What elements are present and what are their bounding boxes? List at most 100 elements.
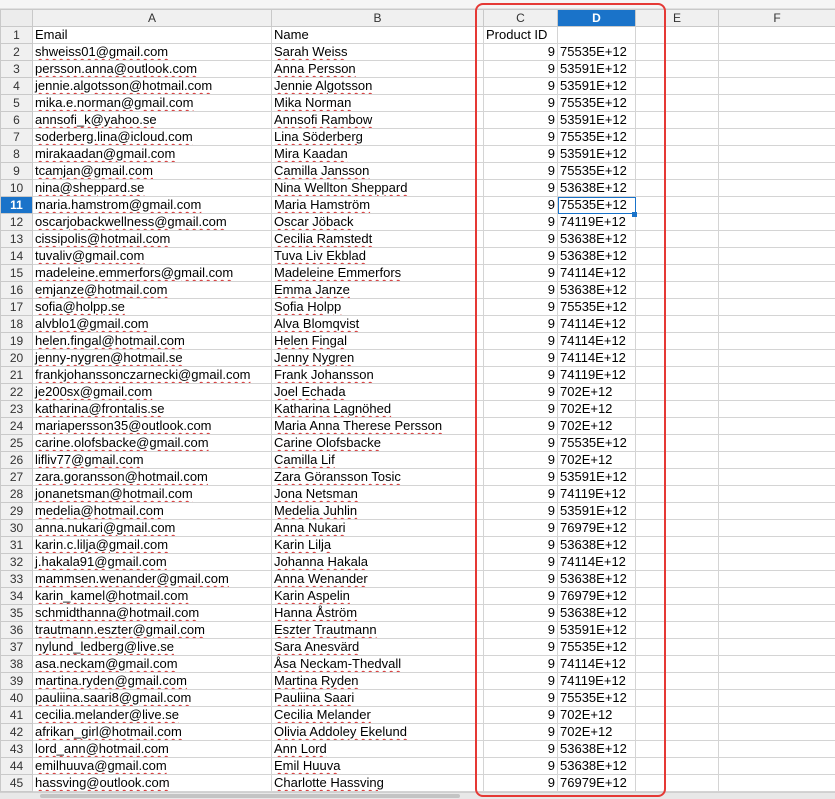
product-id-overflow-cell[interactable]: 702E+12 [557, 723, 636, 741]
product-id-overflow-cell[interactable]: 75535E+12 [557, 638, 636, 656]
empty-cell[interactable] [718, 281, 835, 299]
empty-cell[interactable] [718, 315, 835, 333]
empty-cell[interactable] [635, 145, 719, 163]
product-id-overflow-cell[interactable]: 75535E+12 [557, 94, 636, 112]
empty-cell[interactable] [635, 43, 719, 61]
email-cell[interactable]: je200sx@gmail.com [32, 383, 272, 401]
product-id-cell[interactable]: 9 [483, 757, 558, 775]
name-cell[interactable]: Pauliina Saari [271, 689, 484, 707]
fill-handle[interactable] [632, 212, 637, 217]
row-header[interactable]: 41 [0, 706, 33, 724]
empty-cell[interactable] [635, 196, 719, 214]
empty-cell[interactable] [718, 451, 835, 469]
email-cell[interactable]: medelia@hotmail.com [32, 502, 272, 520]
empty-cell[interactable] [635, 621, 719, 639]
product-id-cell[interactable]: 9 [483, 638, 558, 656]
name-cell[interactable]: Karin Aspelin [271, 587, 484, 605]
product-id-cell[interactable]: 9 [483, 77, 558, 95]
name-cell[interactable]: Åsa Neckam-Thedvall [271, 655, 484, 673]
empty-cell[interactable] [635, 655, 719, 673]
name-cell[interactable]: Madeleine Emmerfors [271, 264, 484, 282]
product-id-overflow-cell[interactable]: 75535E+12 [557, 162, 636, 180]
empty-cell[interactable] [635, 485, 719, 503]
product-id-overflow-cell[interactable]: 75535E+12 [557, 434, 636, 452]
empty-cell[interactable] [718, 111, 835, 129]
product-id-cell[interactable]: 9 [483, 723, 558, 741]
product-id-cell[interactable]: 9 [483, 774, 558, 792]
name-cell[interactable]: Maria Hamström [271, 196, 484, 214]
product-id-cell[interactable]: 9 [483, 43, 558, 61]
name-cell[interactable]: Sarah Weiss [271, 43, 484, 61]
product-id-cell[interactable]: 9 [483, 570, 558, 588]
name-cell[interactable]: Jennie Algotsson [271, 77, 484, 95]
row-header[interactable]: 26 [0, 451, 33, 469]
empty-cell[interactable] [718, 757, 835, 775]
name-cell[interactable]: Helen Fingal [271, 332, 484, 350]
product-id-overflow-cell[interactable]: 53638E+12 [557, 247, 636, 265]
row-header[interactable]: 44 [0, 757, 33, 775]
empty-cell[interactable] [718, 196, 835, 214]
product-id-overflow-cell[interactable]: 75535E+12 [557, 689, 636, 707]
product-id-overflow-cell[interactable]: 53591E+12 [557, 145, 636, 163]
product-id-overflow-cell[interactable]: 53638E+12 [557, 179, 636, 197]
empty-cell[interactable] [635, 26, 719, 44]
product-id-overflow-cell[interactable]: 702E+12 [557, 451, 636, 469]
empty-cell[interactable] [718, 502, 835, 520]
empty-cell[interactable] [635, 247, 719, 265]
empty-cell[interactable] [635, 757, 719, 775]
product-id-overflow-cell[interactable]: 76979E+12 [557, 774, 636, 792]
empty-cell[interactable] [635, 604, 719, 622]
name-cell[interactable]: Nina Wellton Sheppard [271, 179, 484, 197]
email-cell[interactable]: jennie.algotsson@hotmail.com [32, 77, 272, 95]
name-cell[interactable]: Mira Kaadan [271, 145, 484, 163]
row-header[interactable]: 33 [0, 570, 33, 588]
row-header[interactable]: 24 [0, 417, 33, 435]
name-cell[interactable]: Cecilia Melander [271, 706, 484, 724]
empty-cell[interactable] [635, 451, 719, 469]
product-id-overflow-cell[interactable]: 74119E+12 [557, 672, 636, 690]
product-id-cell[interactable]: 9 [483, 94, 558, 112]
row-header[interactable]: 34 [0, 587, 33, 605]
empty-cell[interactable] [718, 740, 835, 758]
product-id-cell[interactable]: 9 [483, 128, 558, 146]
email-cell[interactable]: frankjohanssonczarnecki@gmail.com [32, 366, 272, 384]
empty-cell[interactable] [718, 230, 835, 248]
email-cell[interactable]: karin_kamel@hotmail.com [32, 587, 272, 605]
product-id-overflow-cell[interactable]: 702E+12 [557, 400, 636, 418]
name-cell[interactable]: Carine Olofsbacke [271, 434, 484, 452]
row-header[interactable]: 1 [0, 26, 33, 44]
row-header[interactable]: 39 [0, 672, 33, 690]
product-id-cell[interactable]: 9 [483, 366, 558, 384]
empty-cell[interactable] [635, 570, 719, 588]
product-id-overflow-cell[interactable]: 74119E+12 [557, 366, 636, 384]
row-header[interactable]: 25 [0, 434, 33, 452]
product-id-overflow-cell[interactable]: 702E+12 [557, 706, 636, 724]
product-id-cell[interactable]: 9 [483, 621, 558, 639]
product-id-cell[interactable]: Product ID [483, 26, 558, 44]
name-cell[interactable]: Camilla Lif [271, 451, 484, 469]
empty-cell[interactable] [718, 145, 835, 163]
empty-cell[interactable] [635, 587, 719, 605]
email-cell[interactable]: afrikan_girl@hotmail.com [32, 723, 272, 741]
empty-cell[interactable] [635, 230, 719, 248]
name-cell[interactable]: Olivia Addoley Ekelund [271, 723, 484, 741]
product-id-cell[interactable]: 9 [483, 706, 558, 724]
email-cell[interactable]: Email [32, 26, 272, 44]
empty-cell[interactable] [718, 706, 835, 724]
email-cell[interactable]: katharina@frontalis.se [32, 400, 272, 418]
product-id-overflow-cell[interactable]: 74114E+12 [557, 264, 636, 282]
row-header[interactable]: 29 [0, 502, 33, 520]
product-id-overflow-cell[interactable]: 74114E+12 [557, 315, 636, 333]
product-id-cell[interactable]: 9 [483, 298, 558, 316]
empty-cell[interactable] [718, 128, 835, 146]
name-cell[interactable]: Zara Göransson Tosic [271, 468, 484, 486]
empty-cell[interactable] [718, 213, 835, 231]
email-cell[interactable]: alvblo1@gmail.com [32, 315, 272, 333]
product-id-cell[interactable]: 9 [483, 230, 558, 248]
row-header[interactable]: 40 [0, 689, 33, 707]
product-id-overflow-cell[interactable]: 74119E+12 [557, 485, 636, 503]
empty-cell[interactable] [635, 179, 719, 197]
empty-cell[interactable] [718, 417, 835, 435]
product-id-cell[interactable]: 9 [483, 434, 558, 452]
empty-cell[interactable] [718, 485, 835, 503]
